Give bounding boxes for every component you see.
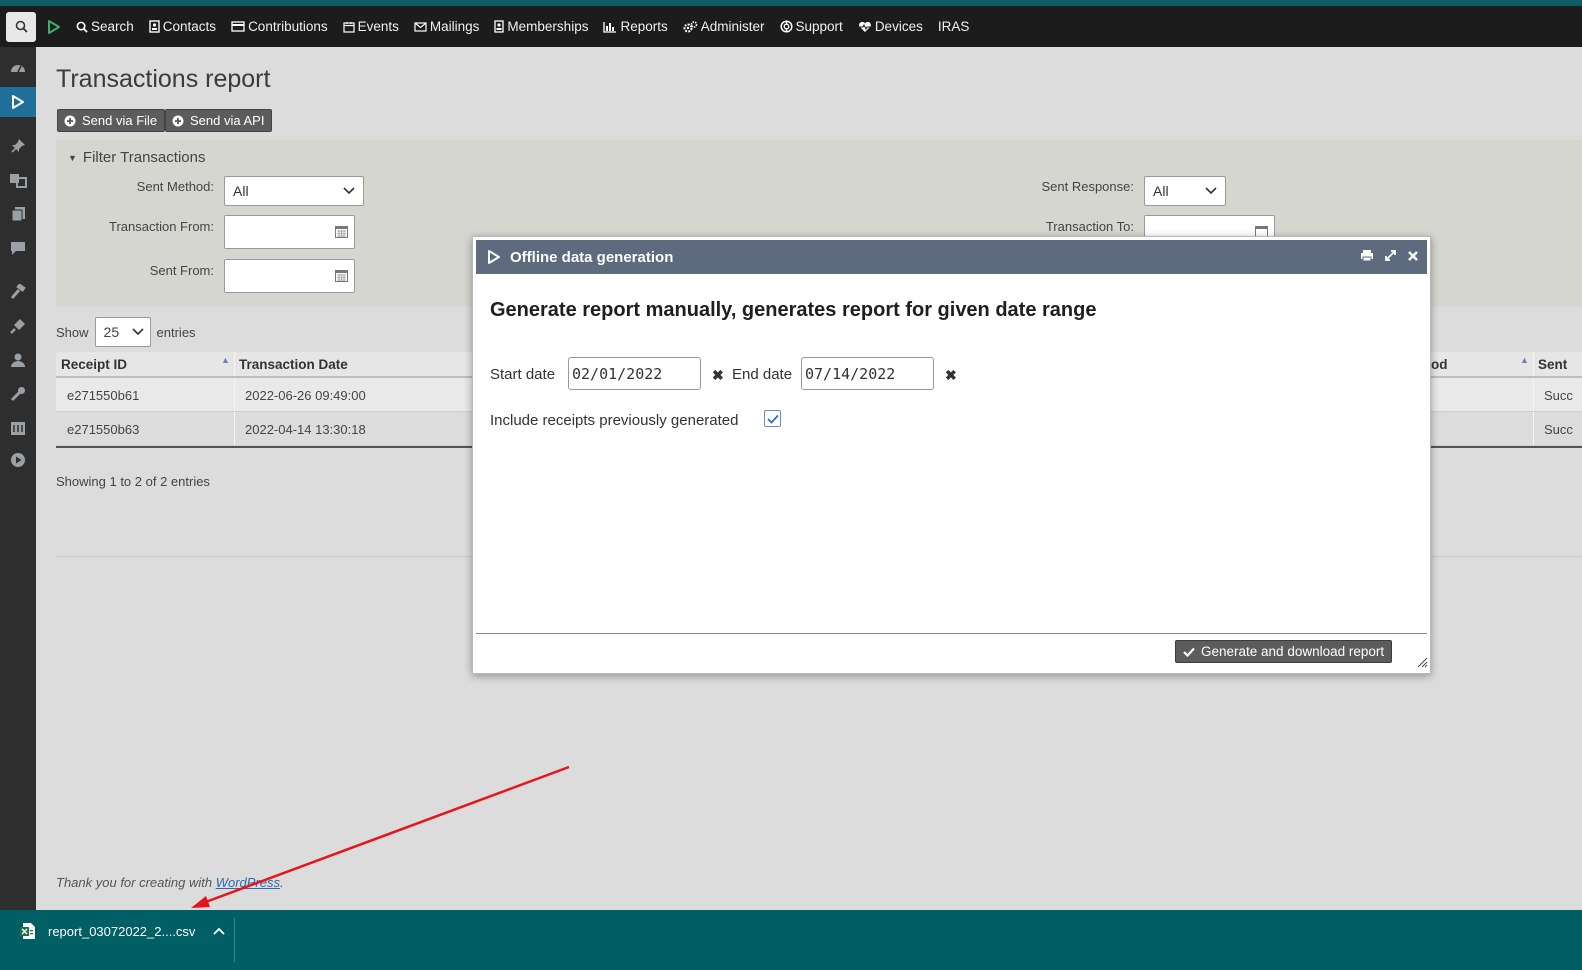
sort-asc-icon: ▲ (221, 355, 230, 365)
column-header-transaction-date[interactable]: Transaction Date (239, 357, 348, 372)
nav-events[interactable]: Events (343, 19, 399, 34)
settings-icon[interactable] (0, 415, 36, 441)
gears-icon (683, 20, 698, 32)
sort-icon: ▲ (1520, 355, 1529, 365)
sent-from-input[interactable] (224, 259, 355, 293)
chevron-down-icon (343, 187, 355, 195)
search-icon (15, 20, 28, 33)
transaction-from-label: Transaction From: (109, 219, 214, 234)
dialog-title: Offline data generation (510, 248, 674, 266)
start-date-label: Start date (490, 366, 556, 383)
sent-response-select[interactable]: All (1144, 176, 1226, 206)
sent-method-select[interactable]: All (224, 176, 364, 206)
pages-icon[interactable] (0, 201, 36, 227)
caret-down-icon: ▼ (68, 152, 77, 163)
heartbeat-icon (858, 21, 871, 32)
download-item[interactable]: report_03072022_2....csv (20, 922, 226, 940)
chevron-down-icon (131, 328, 144, 336)
calendar-icon (343, 21, 355, 33)
civicrm-logo-icon[interactable] (46, 19, 62, 35)
bar-chart-icon (603, 21, 617, 33)
nav-memberships[interactable]: Memberships (494, 19, 588, 34)
nav-administer[interactable]: Administer (683, 19, 765, 34)
print-icon[interactable] (1360, 249, 1374, 262)
send-via-file-button[interactable]: Send via File (57, 109, 166, 132)
calendar-icon (335, 226, 348, 238)
end-date-label: End date (732, 366, 793, 383)
id-badge-icon (494, 20, 505, 33)
start-date-input[interactable]: 02/01/2022 (568, 357, 701, 390)
lifebuoy-icon (779, 20, 793, 33)
contact-card-icon (149, 20, 160, 33)
comments-icon[interactable] (0, 235, 36, 261)
sent-method-label: Sent Method: (136, 179, 214, 194)
chevron-down-icon (1205, 187, 1217, 195)
envelope-icon (414, 21, 427, 32)
wordpress-link[interactable]: WordPress (216, 875, 280, 890)
column-header-sent-method[interactable]: od (1431, 357, 1448, 372)
nav-contacts[interactable]: Contacts (149, 19, 216, 34)
admin-sidebar (0, 47, 36, 910)
check-icon (1183, 647, 1195, 657)
nav-iras[interactable]: IRAS (938, 19, 970, 34)
clear-end-date-icon[interactable]: ✖ (945, 367, 957, 384)
appearance-icon[interactable] (0, 279, 36, 305)
column-header-receipt-id[interactable]: Receipt ID (61, 357, 127, 372)
excel-icon (20, 923, 35, 939)
clear-start-date-icon[interactable]: ✖ (712, 367, 724, 384)
send-via-api-button[interactable]: Send via API (165, 109, 273, 132)
civicrm-logo-icon (486, 249, 502, 265)
nav-support[interactable]: Support (779, 19, 843, 34)
nav-reports[interactable]: Reports (603, 19, 668, 34)
table-info: Showing 1 to 2 of 2 entries (56, 474, 210, 489)
nav-search[interactable]: Search (76, 19, 134, 34)
include-receipts-label: Include receipts previously generated (490, 412, 739, 429)
dialog-footer-divider (476, 633, 1427, 634)
civicrm-menu-icon[interactable] (0, 87, 36, 117)
end-date-input[interactable]: 07/14/2022 (801, 357, 934, 390)
include-receipts-checkbox[interactable] (764, 410, 781, 427)
footer-credit: Thank you for creating with WordPress. (56, 875, 284, 890)
maximize-icon[interactable] (1384, 249, 1397, 262)
transaction-from-input[interactable] (224, 215, 355, 249)
sent-response-label: Sent Response: (1041, 179, 1134, 194)
plus-circle-icon (172, 115, 184, 126)
sent-from-label: Sent From: (149, 263, 214, 278)
dialog-heading: Generate report manually, generates repo… (490, 299, 1097, 321)
plugins-icon[interactable] (0, 313, 36, 339)
resize-handle-icon[interactable] (1416, 656, 1428, 671)
checkmark-icon (766, 414, 779, 424)
browser-download-bar: report_03072022_2....csv (0, 910, 1582, 970)
dialog-titlebar[interactable]: Offline data generation (476, 240, 1427, 274)
transaction-to-label: Transaction To: (1045, 219, 1134, 234)
plus-circle-icon (64, 115, 76, 126)
page-length-control: Show 25 entries (56, 317, 196, 347)
filter-toggle[interactable]: ▼ Filter Transactions (68, 149, 205, 166)
offline-data-generation-dialog: Offline data generation Generate report … (472, 236, 1431, 674)
quick-search-button[interactable] (6, 11, 36, 42)
nav-devices[interactable]: Devices (858, 19, 923, 34)
media-icon[interactable] (0, 167, 36, 193)
chevron-up-icon[interactable] (213, 927, 226, 935)
users-icon[interactable] (0, 347, 36, 373)
close-icon[interactable] (1407, 250, 1419, 262)
credit-card-icon (231, 21, 245, 32)
column-header-sent-response[interactable]: Sent (1538, 357, 1567, 372)
download-filename: report_03072022_2....csv (48, 923, 196, 939)
tools-icon[interactable] (0, 381, 36, 407)
generate-download-report-button[interactable]: Generate and download report (1175, 640, 1393, 663)
page-title: Transactions report (56, 65, 271, 93)
search-icon (76, 21, 88, 33)
pin-icon[interactable] (0, 133, 36, 159)
play-circle-icon[interactable] (0, 447, 36, 473)
dashboard-icon[interactable] (0, 54, 36, 80)
nav-mailings[interactable]: Mailings (414, 19, 479, 34)
nav-contributions[interactable]: Contributions (231, 19, 328, 34)
top-navbar: Search Contacts Contributions Events Mai… (0, 6, 1582, 47)
calendar-icon (335, 270, 348, 282)
entries-per-page-select[interactable]: 25 (94, 317, 151, 347)
